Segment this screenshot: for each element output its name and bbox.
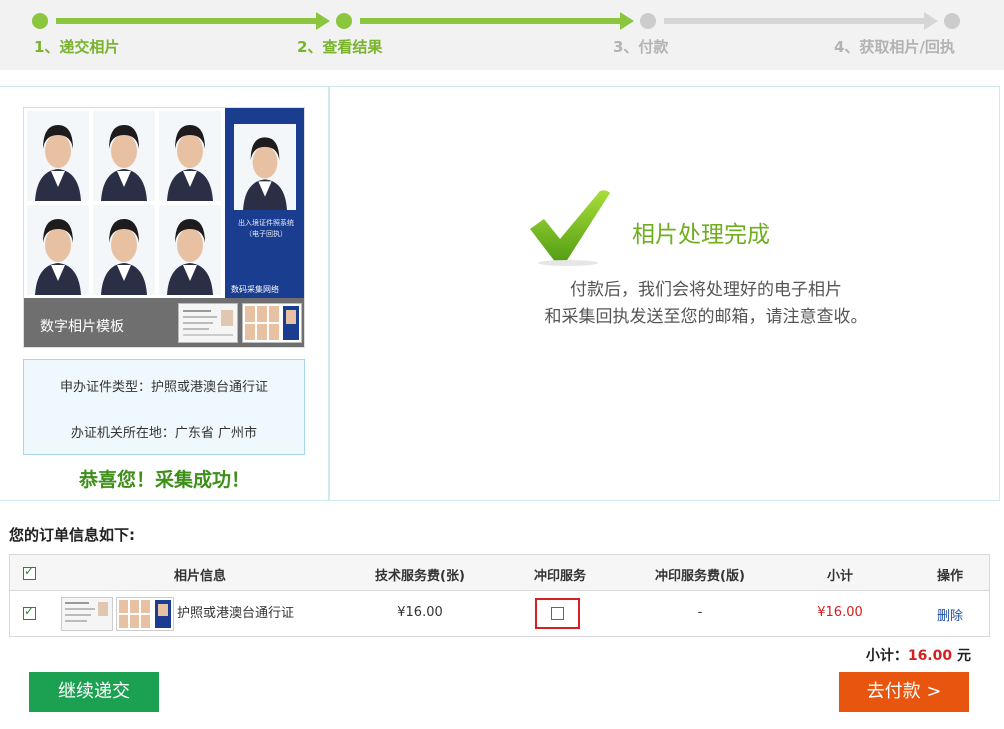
step-2-bar: [360, 18, 622, 24]
step-2-dot: [336, 13, 352, 29]
photo-sheet-thumbnail: [116, 597, 174, 631]
delete-link[interactable]: 删除: [910, 605, 990, 624]
receipt-thumbnail: [178, 303, 238, 343]
template-label: 数字相片模板: [40, 319, 124, 335]
total-label: 小计：: [865, 648, 908, 664]
photo-grid: [24, 108, 224, 298]
office-location: 办证机关所在地：广东省 广州市: [70, 426, 258, 441]
header-tech-fee: 技术服务费(张): [375, 569, 465, 584]
step-1-dot: [32, 13, 48, 29]
table-row: 护照或港澳台通行证 ¥16.00 - ¥16.00 删除: [10, 591, 989, 636]
row-photo-name: 护照或港澳台通行证: [177, 606, 295, 621]
portrait-photo: [234, 124, 296, 210]
step-3-bar: [664, 18, 926, 24]
header-print-service: 冲印服务: [533, 569, 586, 584]
total-unit: 元: [952, 648, 971, 664]
result-panel: 相片处理完成 付款后，我们会将处理好的电子相片 和采集回执发送至您的邮箱，请注意…: [329, 86, 1000, 501]
row-subtotal: ¥16.00: [817, 605, 863, 620]
order-table: 相片信息 技术服务费(张) 冲印服务 冲印服务费(版) 小计 操作 护照或港澳台…: [9, 554, 990, 637]
portrait-photo: [159, 111, 221, 201]
step-2-arrow-icon: [620, 12, 634, 30]
success-message: 恭喜您！采集成功！: [78, 469, 250, 491]
print-service-checkbox[interactable]: [551, 607, 564, 620]
go-pay-button[interactable]: 去付款 >: [839, 672, 969, 712]
receipt-caption: 出入境证件照系统 （电子回执）: [238, 219, 294, 238]
step-3-dot: [640, 13, 656, 29]
result-message-line-1: 付款后，我们会将处理好的电子相片: [570, 280, 842, 300]
total-amount: 16.00: [907, 648, 953, 664]
row-checkbox[interactable]: [23, 604, 36, 620]
logo-text: 数码采集网络: [231, 285, 279, 294]
step-2-label: 2、查看结果: [297, 38, 383, 56]
header-photo-info: 相片信息: [173, 569, 226, 584]
header-actions: 操作: [936, 569, 963, 584]
step-4-label: 4、获取相片/回执: [834, 38, 955, 56]
select-all-checkbox[interactable]: [23, 564, 36, 580]
photo-summary-panel: 出入境证件照系统 （电子回执） 数码采集网络 数字相片模板 申办证件类型：护照或…: [0, 86, 329, 501]
photo-template-preview: 出入境证件照系统 （电子回执） 数码采集网络 数字相片模板: [23, 107, 305, 348]
portrait-photo: [93, 111, 155, 201]
portrait-photo: [159, 205, 221, 295]
photo-sheet-thumbnail: [242, 303, 302, 343]
result-message-line-2: 和采集回执发送至您的邮箱，请注意查收。: [544, 307, 868, 327]
result-title: 相片处理完成: [632, 222, 770, 248]
portrait-photo: [27, 205, 89, 295]
step-3-arrow-icon: [924, 12, 938, 30]
step-1-label: 1、递交相片: [34, 38, 120, 56]
continue-submit-button[interactable]: 继续递交: [29, 672, 159, 712]
receipt-preview: 出入境证件照系统 （电子回执） 数码采集网络: [225, 108, 304, 298]
header-subtotal: 小计: [826, 569, 853, 584]
step-4-dot: [944, 13, 960, 29]
order-total: 小计：16.00 元: [866, 645, 971, 665]
document-type: 申办证件类型：护照或港澳台通行证: [59, 380, 268, 395]
portrait-photo: [93, 205, 155, 295]
header-print-fee: 冲印服务费(版): [655, 569, 745, 584]
result-message: 付款后，我们会将处理好的电子相片 和采集回执发送至您的邮箱，请注意查收。: [330, 277, 1004, 331]
row-tech-fee: ¥16.00: [397, 605, 443, 620]
print-service-highlight: [535, 598, 580, 629]
progress-steps: 1、递交相片 2、查看结果 3、付款 4、获取相片/回执: [0, 0, 1004, 70]
portrait-photo: [27, 111, 89, 201]
application-info-box: 申办证件类型：护照或港澳台通行证 办证机关所在地：广东省 广州市: [23, 359, 305, 455]
row-print-fee: -: [697, 605, 703, 620]
template-label-strip: 数字相片模板: [24, 298, 304, 347]
step-3-label: 3、付款: [613, 38, 669, 56]
step-1-arrow-icon: [316, 12, 330, 30]
step-1-bar: [56, 18, 318, 24]
receipt-thumbnail: [61, 597, 113, 631]
checkmark-icon: [528, 187, 612, 267]
order-table-header: 相片信息 技术服务费(张) 冲印服务 冲印服务费(版) 小计 操作: [10, 555, 989, 591]
order-title: 您的订单信息如下:: [9, 526, 135, 544]
